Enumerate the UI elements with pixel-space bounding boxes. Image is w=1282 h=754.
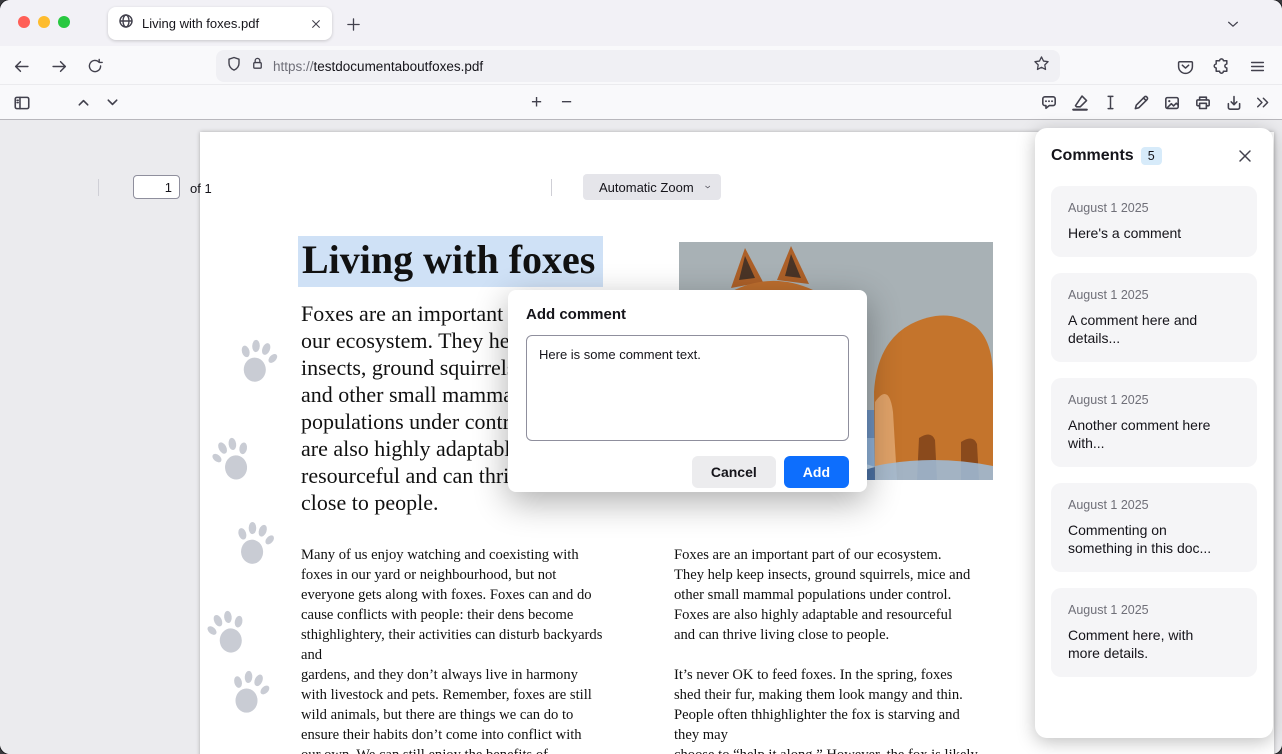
comments-panel-title: Comments (1051, 147, 1134, 165)
comment-date: August 1 2025 (1068, 603, 1240, 617)
tab-title: Living with foxes.pdf (142, 16, 302, 31)
bookmark-star-icon[interactable] (1033, 55, 1050, 77)
printer-icon[interactable] (1189, 89, 1216, 116)
pocket-icon[interactable] (1170, 51, 1200, 81)
sidebar-toggle-icon[interactable] (8, 89, 35, 116)
comment-text: Here's a comment (1068, 224, 1240, 242)
browser-window: Living with foxes.pdf (0, 0, 1282, 754)
window-close-button[interactable] (18, 16, 30, 28)
pencil-icon[interactable] (1127, 89, 1154, 116)
document-column-right: Foxes are an important part of our ecosy… (674, 545, 1044, 754)
comment-tool-icon[interactable] (1035, 89, 1062, 116)
highlighter-icon[interactable] (1066, 89, 1093, 116)
globe-icon (118, 13, 134, 34)
page-count-label: of 1 (190, 181, 212, 196)
zoom-level-label: Automatic Zoom (599, 180, 694, 195)
tracking-shield-icon[interactable] (226, 56, 242, 77)
cancel-button[interactable]: Cancel (692, 456, 776, 488)
next-page-icon[interactable] (99, 89, 126, 116)
comment-card[interactable]: August 1 2025 Comment here, with more det… (1051, 588, 1257, 677)
comments-panel-header: Comments 5 (1035, 128, 1273, 180)
new-tab-button[interactable] (340, 11, 366, 37)
tab-bar: Living with foxes.pdf (0, 0, 1282, 46)
paw-print-icon (207, 432, 259, 488)
comment-date: August 1 2025 (1068, 288, 1240, 302)
document-title: Living with foxes (298, 236, 603, 287)
url-text: https://testdocumentaboutfoxes.pdf (273, 59, 1025, 74)
chevron-down-icon (704, 181, 711, 193)
pdf-toolbar: of 1 + − Automatic Zoom (0, 85, 1282, 120)
window-minimize-button[interactable] (38, 16, 50, 28)
comments-list: August 1 2025Here's a commentAugust 1 20… (1035, 180, 1273, 738)
comment-text: Another comment here with... (1068, 416, 1240, 452)
list-all-tabs-button[interactable] (1220, 11, 1246, 37)
comment-text: Commenting on something in this doc... (1068, 521, 1240, 557)
paw-print-icon (224, 666, 274, 720)
url-bar[interactable]: https://testdocumentaboutfoxes.pdf (216, 50, 1060, 82)
page-number-input[interactable] (133, 175, 180, 199)
comment-card[interactable]: August 1 2025 Commenting on something in … (1051, 483, 1257, 572)
add-button[interactable]: Add (784, 456, 849, 488)
lock-icon[interactable] (250, 56, 265, 76)
comment-card[interactable]: August 1 2025 A comment here and details.… (1051, 273, 1257, 362)
comment-card[interactable]: August 1 2025 Another comment here with..… (1051, 378, 1257, 467)
browser-tab[interactable]: Living with foxes.pdf (108, 7, 332, 40)
download-save-icon[interactable] (1220, 89, 1247, 116)
navigation-toolbar: https://testdocumentaboutfoxes.pdf (0, 46, 1282, 85)
text-cursor-icon[interactable] (1097, 89, 1124, 116)
url-scheme: https:// (273, 59, 314, 74)
back-button[interactable] (6, 51, 36, 81)
previous-page-icon[interactable] (70, 89, 97, 116)
extensions-puzzle-icon[interactable] (1206, 51, 1236, 81)
comments-count-badge: 5 (1141, 147, 1162, 165)
paw-print-icon (233, 335, 281, 387)
image-icon[interactable] (1158, 89, 1185, 116)
zoom-out-icon[interactable]: − (553, 89, 580, 116)
window-zoom-button[interactable] (58, 16, 70, 28)
reload-button[interactable] (80, 51, 110, 81)
forward-button[interactable] (44, 51, 74, 81)
comment-textarea[interactable]: Here is some comment text. (526, 335, 849, 441)
comment-date: August 1 2025 (1068, 498, 1240, 512)
comment-date: August 1 2025 (1068, 201, 1240, 215)
comment-card[interactable]: August 1 2025 Here's a comment (1051, 186, 1257, 257)
comments-panel: Comments 5 August 1 2025 Here's a comment… (1035, 128, 1273, 738)
document-column-left: Many of us enjoy watching and coexisting… (301, 545, 673, 754)
url-host: testdocumentaboutfoxes.pdf (314, 59, 484, 74)
comment-date: August 1 2025 (1068, 393, 1240, 407)
panel-close-icon[interactable] (1233, 144, 1257, 168)
zoom-level-select[interactable]: Automatic Zoom (583, 174, 721, 200)
comment-text: Comment here, with more details. (1068, 626, 1240, 662)
paw-print-icon (231, 518, 278, 569)
paw-print-icon (203, 605, 254, 660)
app-menu-hamburger-icon[interactable] (1242, 51, 1272, 81)
dialog-title: Add comment (526, 306, 849, 323)
add-comment-dialog: Add comment Here is some comment text. C… (508, 290, 867, 492)
zoom-in-icon[interactable]: + (523, 89, 550, 116)
more-tools-icon[interactable] (1249, 89, 1276, 116)
tab-close-icon[interactable] (310, 18, 322, 30)
comment-text: A comment here and details... (1068, 311, 1240, 347)
